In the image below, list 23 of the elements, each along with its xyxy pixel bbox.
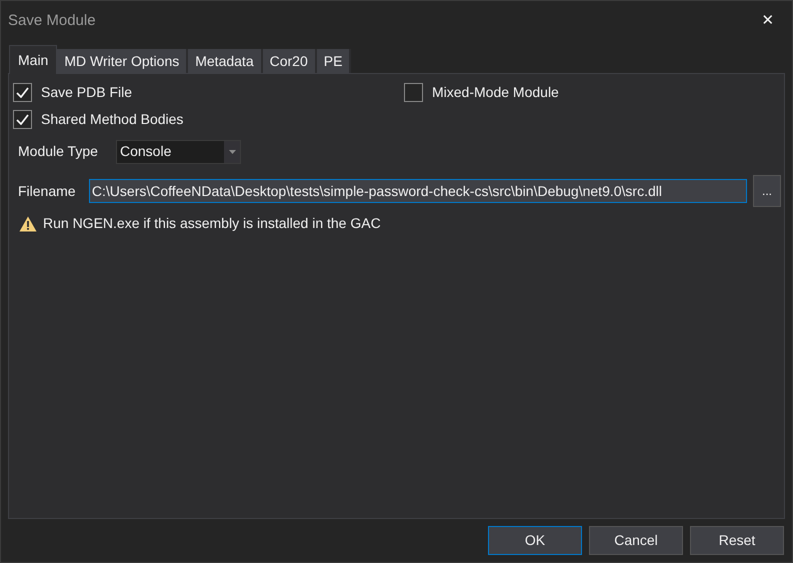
- warning-icon: [19, 216, 37, 232]
- tab[interactable]: MD Writer Options: [57, 49, 188, 73]
- filename-field[interactable]: C:\Users\CoffeeNData\Desktop\tests\simple-password-check-cs\src\bin\Debug\net9.0\src.dll: [88, 179, 748, 203]
- checkmark-icon: [16, 114, 29, 124]
- warning-text: Run NGEN.exe if this assembly is installed in the GAC: [43, 214, 381, 233]
- tab[interactable]: Cor20: [262, 49, 317, 73]
- dialog-button[interactable]: Cancel: [589, 526, 683, 555]
- dialog-button[interactable]: Reset: [690, 526, 784, 555]
- browse-button[interactable]: ...: [753, 175, 781, 207]
- checkbox[interactable]: Shared Method Bodies: [13, 108, 184, 130]
- dialog-button[interactable]: OK: [488, 526, 582, 555]
- module-type-dropdown[interactable]: Console: [116, 140, 241, 164]
- tab[interactable]: Metadata: [188, 49, 263, 73]
- checkbox[interactable]: Mixed-Mode Module: [404, 82, 559, 102]
- module-type-label: Module Type: [18, 142, 99, 161]
- caret-icon: [228, 150, 236, 154]
- filename-label: Filename: [18, 182, 77, 200]
- window-title: Save Module: [8, 10, 96, 31]
- checkbox[interactable]: Save PDB File: [13, 82, 404, 102]
- checkmark-icon: [16, 86, 29, 98]
- close-button[interactable]: ✕: [758, 11, 778, 31]
- tab[interactable]: Main: [9, 45, 58, 74]
- tab[interactable]: PE: [316, 49, 352, 73]
